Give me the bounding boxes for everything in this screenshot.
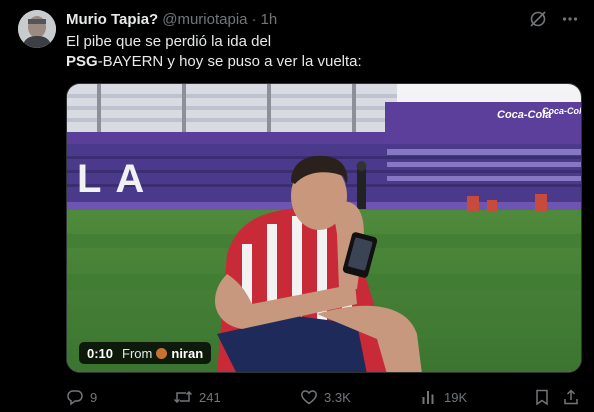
action-bar: 9 241 3.3K 19K (66, 387, 582, 407)
repost-count: 241 (199, 389, 221, 405)
video-duration: 0:10 (87, 345, 114, 361)
header-actions (528, 9, 580, 29)
bookmark-button[interactable] (533, 387, 551, 407)
reply-count: 9 (90, 389, 98, 405)
timestamp[interactable]: 1h (261, 11, 278, 28)
repost-button[interactable]: 241 (173, 387, 221, 407)
video-source[interactable]: niran (171, 346, 203, 361)
post-text-rest: -BAYERN y hoy se puso a ver la vuelta: (97, 53, 362, 70)
like-button[interactable]: 3.3K (300, 387, 351, 407)
grok-icon[interactable] (528, 9, 548, 29)
reply-button[interactable]: 9 (66, 387, 97, 407)
reply-icon (66, 388, 84, 406)
share-icon (562, 388, 580, 406)
more-icon[interactable] (560, 9, 580, 29)
post-text-bold: PSG (66, 53, 98, 70)
video-info-pill: 0:10 From niran (79, 342, 212, 364)
like-count: 3.3K (324, 389, 351, 405)
author-handle[interactable]: @muriotapia (162, 11, 247, 28)
post-text: El pibe que se perdió la ida del PSG-BAY… (66, 32, 566, 72)
repost-icon (173, 388, 193, 406)
post-text-line-1: El pibe que se perdió la ida del (66, 33, 272, 50)
video-from-label: From (122, 345, 153, 361)
source-avatar-icon (156, 347, 168, 359)
video-frame: Coca-Cola Coca-Cola LA (67, 84, 582, 372)
bookmark-icon (533, 388, 551, 406)
like-icon (300, 388, 318, 406)
views-count: 19K (444, 389, 468, 405)
post-text-line-2: PSG-BAYERN y hoy se puso a ver la vuelta… (66, 52, 566, 72)
stadium-letters: LA (77, 157, 158, 201)
author-name[interactable]: Murio Tapia? (66, 11, 158, 28)
avatar[interactable] (18, 10, 56, 48)
tweet[interactable]: Murio Tapia? @muriotapia · 1h El pibe qu… (0, 0, 594, 412)
share-button[interactable] (562, 387, 580, 407)
video-player[interactable]: Coca-Cola Coca-Cola LA (66, 83, 582, 373)
views-button[interactable]: 19K (420, 387, 467, 407)
sponsor-board-2: Coca-Cola (542, 106, 582, 116)
post-header: Murio Tapia? @muriotapia · 1h (66, 10, 277, 28)
separator: · (251, 10, 257, 28)
views-icon (420, 388, 438, 406)
